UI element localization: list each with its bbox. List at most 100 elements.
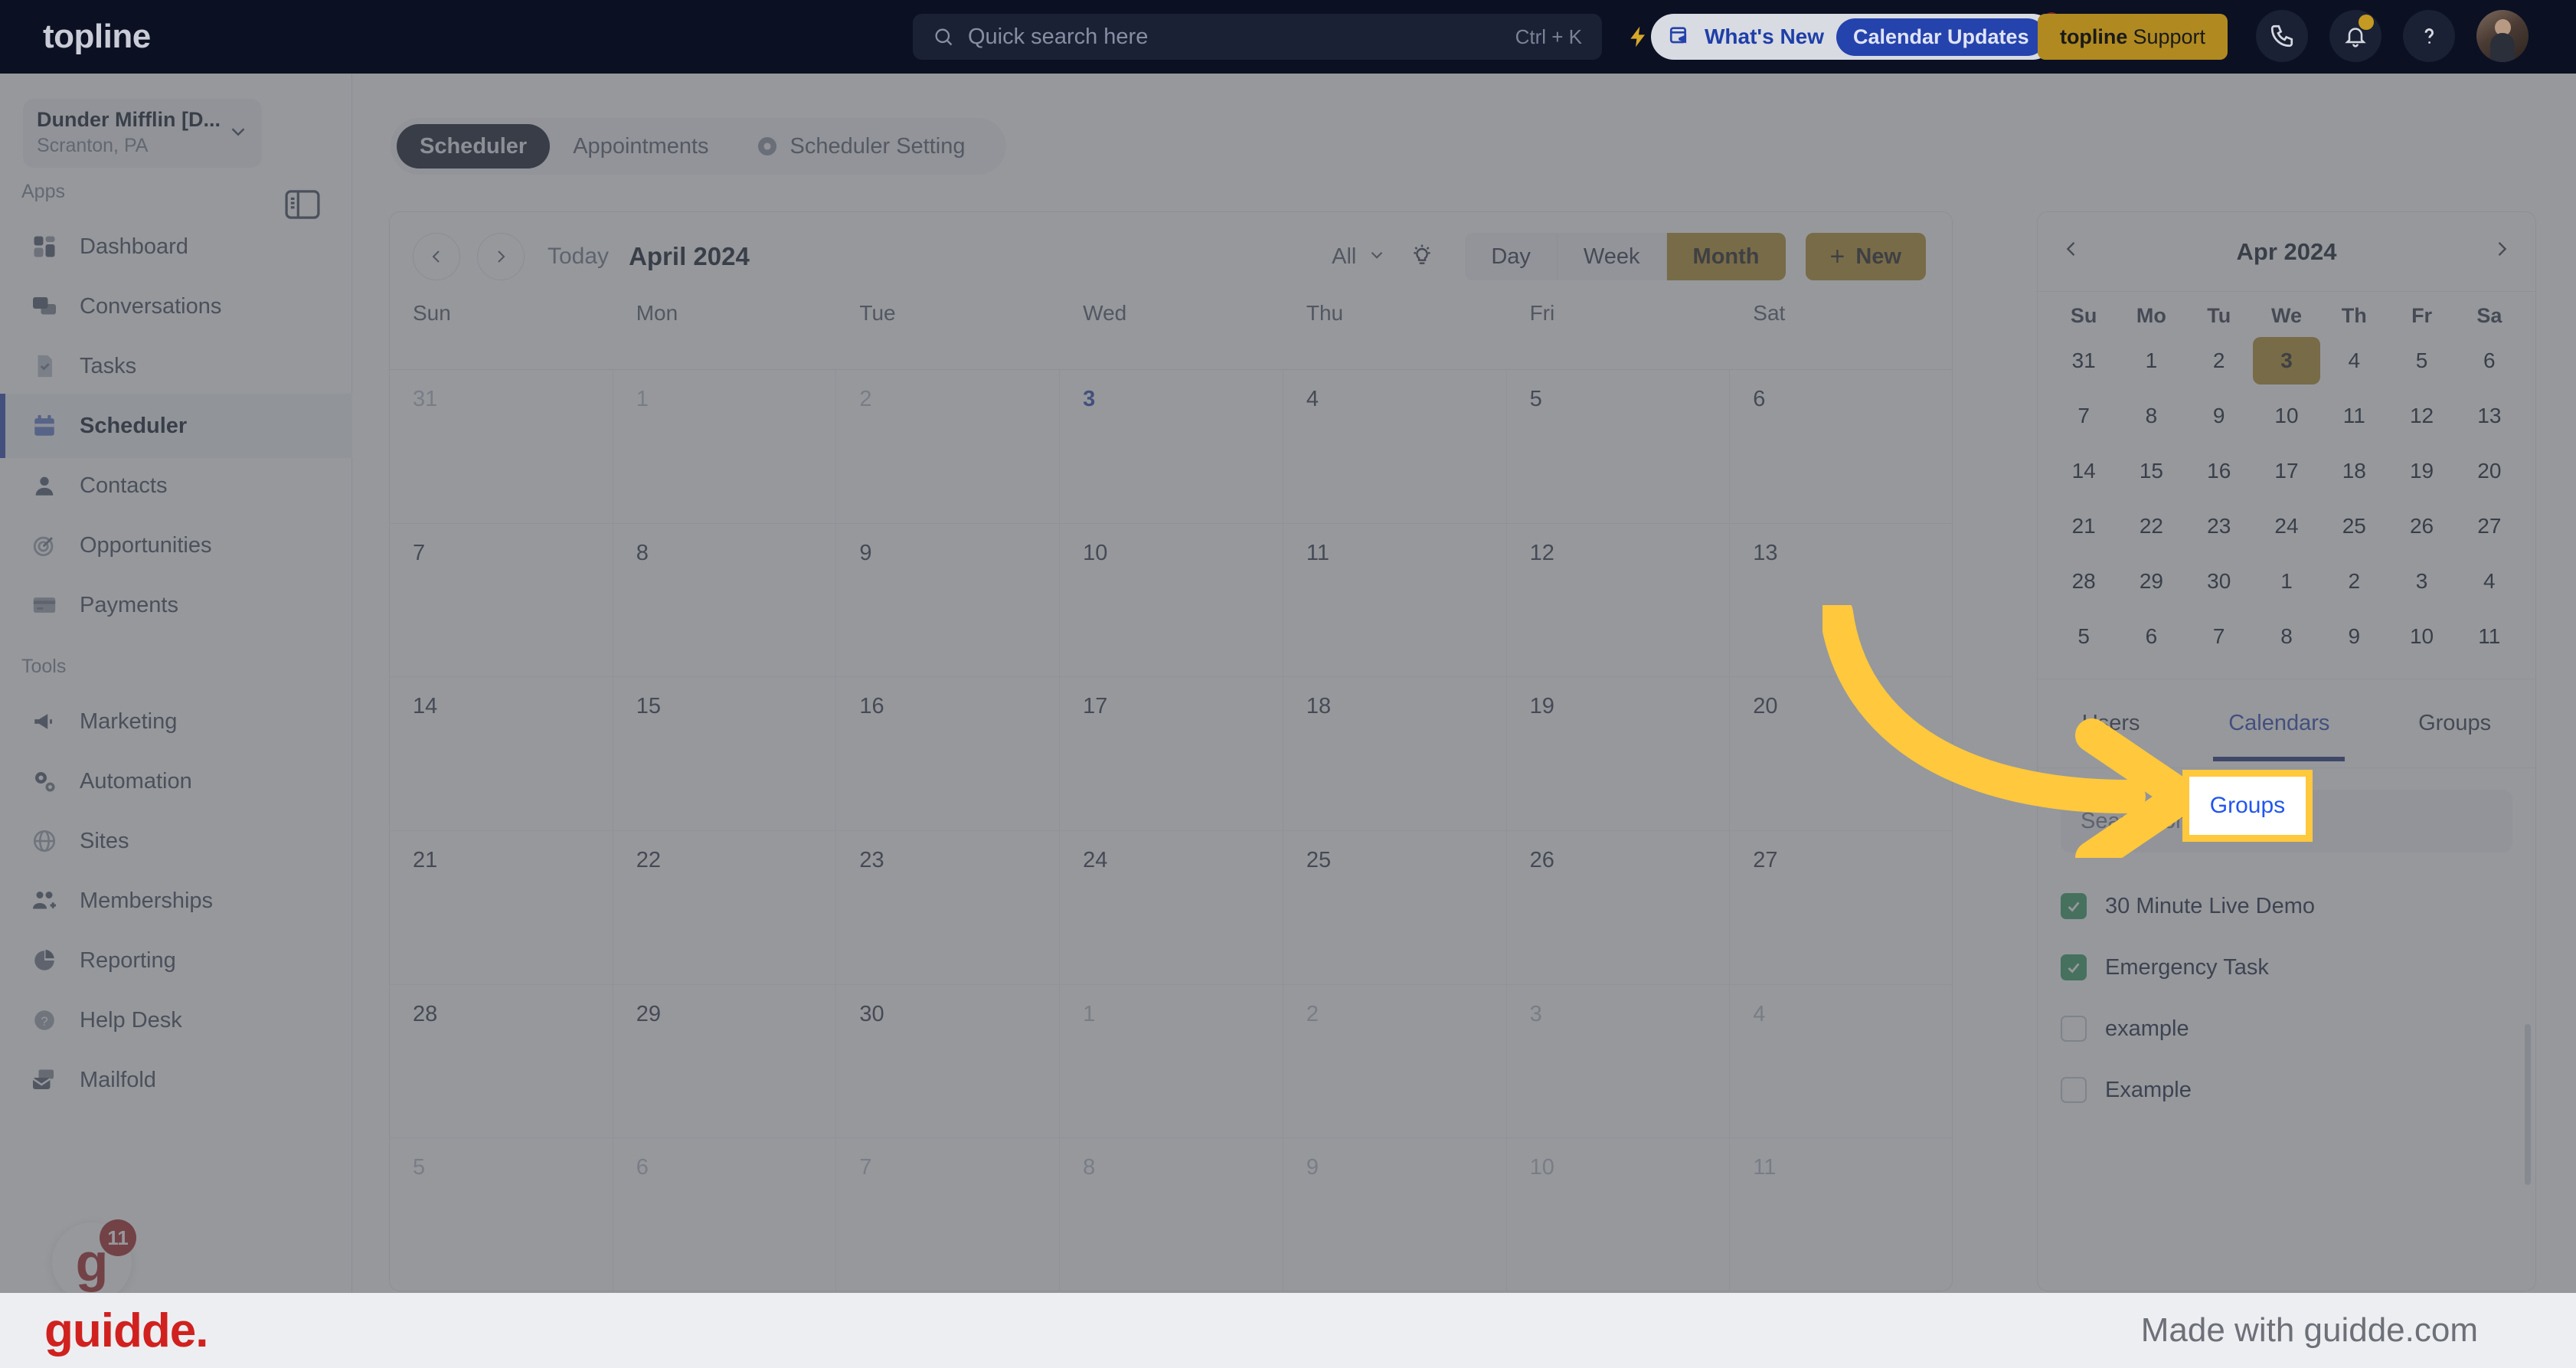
today-button[interactable]: Today [548, 244, 609, 270]
panel-scrollbar[interactable] [2525, 1024, 2531, 1185]
calendar-day-cell[interactable]: 30 [836, 984, 1061, 1139]
mini-calendar-day[interactable]: 15 [2117, 447, 2185, 495]
mini-calendar-day[interactable]: 1 [2117, 337, 2185, 385]
mini-calendar-day[interactable]: 1 [2253, 558, 2320, 605]
sidebar-item-opportunities[interactable]: Opportunities [0, 513, 352, 578]
sidebar-item-contacts[interactable]: Contacts [0, 453, 352, 518]
mini-calendar-day[interactable]: 8 [2253, 613, 2320, 660]
calendar-day-cell[interactable]: 18 [1283, 677, 1507, 831]
calendar-day-cell[interactable]: 8 [1060, 1138, 1283, 1291]
calendar-updates-pill[interactable]: Calendar Updates [1836, 18, 2046, 56]
calendar-day-cell[interactable]: 17 [1060, 677, 1283, 831]
calendar-day-cell[interactable]: 3 [1506, 984, 1731, 1139]
mini-calendar-day[interactable]: 21 [2050, 502, 2117, 550]
mini-calendar-day[interactable]: 2 [2185, 337, 2253, 385]
calendar-day-cell[interactable]: 12 [1506, 523, 1731, 678]
user-avatar[interactable] [2476, 10, 2529, 62]
sidebar-item-marketing[interactable]: Marketing [0, 689, 352, 754]
mini-calendar-day[interactable]: 23 [2185, 502, 2253, 550]
calendar-day-cell[interactable]: 11 [1730, 1138, 1952, 1291]
mini-calendar-day[interactable]: 2 [2320, 558, 2388, 605]
sidebar-item-sites[interactable]: Sites [0, 809, 352, 873]
next-month-button[interactable] [477, 233, 525, 280]
calendar-day-cell[interactable]: 6 [613, 1138, 837, 1291]
calendar-day-cell[interactable]: 10 [1507, 1138, 1731, 1291]
bell-icon[interactable] [2329, 10, 2381, 62]
mini-calendar-day[interactable]: 11 [2456, 613, 2523, 660]
sidebar-item-payments[interactable]: Payments [0, 573, 352, 637]
sidebar-item-memberships[interactable]: Memberships [0, 869, 352, 933]
tab-appointments[interactable]: Appointments [550, 124, 731, 169]
calendar-day-cell[interactable]: 25 [1283, 831, 1507, 985]
mini-calendar-day[interactable]: 29 [2117, 558, 2185, 605]
calendar-day-cell[interactable]: 3 [1060, 370, 1283, 524]
view-week-button[interactable]: Week [1557, 233, 1667, 280]
calendar-day-cell[interactable]: 2 [836, 370, 1061, 524]
mini-calendar-day[interactable]: 6 [2456, 337, 2523, 385]
mini-calendar-day[interactable]: 20 [2456, 447, 2523, 495]
mini-calendar-day[interactable]: 17 [2253, 447, 2320, 495]
topline-support-button[interactable]: topline Support [2038, 14, 2228, 60]
view-month-button[interactable]: Month [1666, 233, 1786, 280]
calendar-day-cell[interactable]: 26 [1506, 831, 1731, 985]
calendar-day-cell[interactable]: 16 [836, 677, 1061, 831]
mini-calendar-day[interactable]: 28 [2050, 558, 2117, 605]
calendar-day-cell[interactable]: 22 [613, 831, 837, 985]
mini-calendar-day[interactable]: 3 [2388, 558, 2455, 605]
calendar-list-item[interactable]: Emergency Task [2061, 937, 2512, 998]
calendar-list-item[interactable]: 30 Minute Live Demo [2061, 875, 2512, 937]
phone-icon[interactable] [2256, 10, 2308, 62]
mini-calendar-day[interactable]: 26 [2388, 502, 2455, 550]
whats-new-banner[interactable]: What's New Calendar Updates [1651, 12, 2060, 60]
checkbox-checked-icon[interactable] [2061, 954, 2087, 980]
calendar-day-cell[interactable]: 7 [390, 523, 613, 678]
calendar-day-cell[interactable]: 24 [1060, 831, 1283, 985]
calendar-day-cell[interactable]: 9 [836, 523, 1061, 678]
sidebar-item-automation[interactable]: Automation [0, 749, 352, 813]
sidebar-item-tasks[interactable]: Tasks [0, 334, 352, 398]
mini-calendar-day[interactable]: 10 [2388, 613, 2455, 660]
mini-calendar-day[interactable]: 22 [2117, 502, 2185, 550]
mini-calendar-day[interactable]: 7 [2050, 392, 2117, 440]
calendar-day-cell[interactable]: 1 [1060, 984, 1283, 1139]
concierge-widget[interactable]: g 11 [52, 1219, 136, 1302]
sidebar-item-reporting[interactable]: Reporting [0, 928, 352, 993]
tab-scheduler-setting[interactable]: Scheduler Setting [732, 124, 989, 169]
calendar-day-cell[interactable]: 23 [836, 831, 1061, 985]
chevron-down-icon[interactable] [1367, 245, 1387, 269]
view-day-button[interactable]: Day [1465, 233, 1558, 280]
calendar-day-cell[interactable]: 21 [390, 831, 613, 985]
mini-prev-month-button[interactable] [2061, 237, 2082, 267]
calendar-day-cell[interactable]: 7 [836, 1138, 1061, 1291]
mini-calendar-day[interactable]: 27 [2456, 502, 2523, 550]
mini-calendar-day[interactable]: 18 [2320, 447, 2388, 495]
calendar-list-item[interactable]: example [2061, 998, 2512, 1059]
sidebar-item-conversations[interactable]: Conversations [0, 274, 352, 339]
calendar-day-cell[interactable]: 1 [613, 370, 837, 524]
lightbulb-icon[interactable] [1410, 243, 1434, 271]
calendar-day-cell[interactable]: 9 [1283, 1138, 1507, 1291]
checkbox-unchecked-icon[interactable] [2061, 1077, 2087, 1103]
calendar-day-cell[interactable]: 11 [1283, 523, 1507, 678]
checkbox-checked-icon[interactable] [2061, 893, 2087, 919]
new-appointment-button[interactable]: + New [1805, 233, 1926, 280]
mini-calendar-day[interactable]: 24 [2253, 502, 2320, 550]
mini-calendar-day[interactable]: 5 [2388, 337, 2455, 385]
mini-calendar-day[interactable]: 10 [2253, 392, 2320, 440]
mini-calendar-day[interactable]: 11 [2320, 392, 2388, 440]
calendar-list-item[interactable]: Example [2061, 1059, 2512, 1121]
mini-calendar-day[interactable]: 12 [2388, 392, 2455, 440]
mini-next-month-button[interactable] [2491, 237, 2512, 267]
sidebar-item-dashboard[interactable]: Dashboard [0, 214, 352, 279]
calendar-day-cell[interactable]: 5 [390, 1138, 613, 1291]
calendar-day-cell[interactable]: 19 [1506, 677, 1731, 831]
mini-calendar-day[interactable]: 30 [2185, 558, 2253, 605]
calendar-day-cell[interactable]: 31 [390, 370, 613, 524]
calendar-day-cell[interactable]: 10 [1060, 523, 1283, 678]
mini-calendar-day[interactable]: 9 [2320, 613, 2388, 660]
tab-scheduler[interactable]: Scheduler [397, 124, 551, 169]
mini-calendar-day[interactable]: 4 [2320, 337, 2388, 385]
calendar-day-cell[interactable]: 8 [613, 523, 837, 678]
calendar-day-cell[interactable]: 4 [1283, 370, 1507, 524]
mini-calendar-day[interactable]: 9 [2185, 392, 2253, 440]
